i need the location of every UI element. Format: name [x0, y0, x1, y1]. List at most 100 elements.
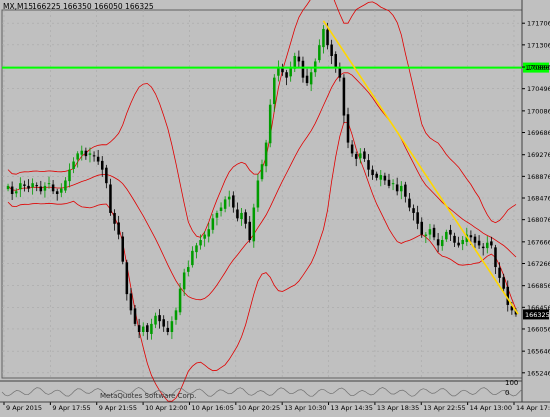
candle-body: [92, 155, 96, 157]
candle-body: [268, 104, 272, 144]
candle-body: [207, 229, 211, 237]
candle-body: [375, 173, 378, 178]
candle-body: [84, 150, 88, 157]
candle-body: [68, 169, 71, 182]
candle-body: [481, 246, 485, 249]
price-tick-label: 168076: [527, 216, 550, 224]
candle-body: [399, 185, 403, 192]
price-tick-label: 169686: [527, 129, 550, 137]
copyright-label: MetaQuotes Software Corp.: [100, 392, 196, 400]
candle-body: [19, 183, 22, 190]
candle-body: [461, 240, 464, 245]
candle-body: [240, 212, 243, 220]
current-price-tag-label: 166325: [525, 311, 550, 319]
time-tick-label: 13 Apr 14:35: [331, 404, 373, 412]
candle-body: [273, 77, 276, 105]
candle-body: [330, 44, 333, 56]
indicator-max-label: 100: [505, 379, 518, 387]
candle-body: [195, 245, 198, 253]
price-tick-label: 171706: [527, 20, 550, 28]
candle-body: [494, 247, 497, 268]
candle-body: [219, 207, 223, 211]
price-tick-label: 165246: [527, 369, 550, 377]
price-tick-label: 170896: [527, 64, 550, 72]
candle-body: [129, 293, 133, 311]
candle-body: [80, 150, 84, 155]
candle-body: [408, 198, 411, 208]
price-chart[interactable]: 170886166325 171706171306170896170496170…: [0, 0, 550, 413]
candle-body: [432, 227, 436, 238]
candle-body: [457, 242, 460, 246]
price-tick-label: 166456: [527, 304, 550, 312]
candle-body: [338, 68, 342, 78]
candle-body: [158, 315, 161, 322]
candle-body: [178, 288, 182, 313]
candle-body: [6, 185, 10, 190]
time-tick-label: 14 Apr 13:00: [470, 404, 512, 412]
candle-body: [436, 239, 440, 246]
candle-body: [490, 241, 493, 246]
candle-body: [10, 186, 14, 194]
candle-body: [150, 323, 153, 334]
indicator-zero-label: 0: [505, 389, 509, 397]
price-tick-label: 169276: [527, 151, 550, 159]
time-tick-label: 9 Apr 21:55: [99, 404, 137, 412]
candle-body: [146, 325, 149, 332]
candle-body: [96, 156, 100, 162]
candle-body: [318, 45, 321, 61]
time-tick-label: 9 Apr 2015: [6, 404, 42, 412]
time-tick-label: 13 Apr 18:35: [377, 404, 419, 412]
candle-body: [420, 221, 424, 235]
candle-body: [379, 175, 383, 180]
candle-body: [203, 234, 206, 239]
candle-body: [260, 164, 264, 180]
time-tick-label: 13 Apr 10:30: [284, 404, 326, 412]
candle-body: [428, 229, 432, 235]
candle-body: [424, 234, 428, 236]
candle-body: [453, 235, 456, 243]
candle-body: [72, 161, 75, 169]
candle-body: [170, 321, 174, 332]
candle-body: [350, 144, 354, 154]
price-tick-label: 167266: [527, 260, 550, 268]
candle-body: [326, 29, 329, 46]
price-tick-label: 170496: [527, 85, 550, 93]
candle-body: [367, 160, 370, 170]
candle-body: [244, 212, 247, 224]
candle-body: [141, 326, 145, 332]
candle-body: [191, 250, 194, 266]
candle-body: [473, 236, 477, 243]
candle-body: [449, 229, 452, 235]
candle-body: [187, 267, 190, 272]
candle-body: [113, 212, 116, 224]
candle-body: [162, 319, 165, 327]
price-tick-label: 166856: [527, 282, 550, 290]
candle-body: [121, 236, 125, 262]
time-tick-label: 10 Apr 20:25: [238, 404, 280, 412]
candle-body: [31, 183, 34, 188]
candle-body: [215, 212, 219, 218]
candle-body: [334, 54, 337, 67]
chart-window[interactable]: 170886 166325 171706 171306 170896 170496 170…: [0, 0, 550, 413]
price-tick-label: 166056: [527, 325, 550, 333]
candle-body: [55, 191, 59, 194]
candle-body: [199, 240, 202, 246]
candle-body: [477, 240, 481, 246]
candle-body: [486, 242, 489, 249]
candle-body: [354, 154, 358, 159]
candle-body: [440, 240, 444, 247]
candle-body: [236, 209, 239, 219]
candle-body: [47, 183, 51, 185]
candle-body: [227, 196, 231, 200]
ohlc-label: 166225 166350 166050 166325: [32, 2, 154, 11]
price-tick-label: 171306: [527, 41, 550, 49]
time-tick-label: 10 Apr 16:05: [191, 404, 233, 412]
candle-body: [498, 267, 501, 278]
candle-body: [100, 160, 104, 170]
candle-body: [125, 262, 129, 295]
candle-body: [174, 310, 178, 320]
candle-body: [387, 179, 391, 186]
time-tick-label: 14 Apr 17:05: [516, 404, 550, 412]
candle-body: [166, 327, 170, 332]
candle-body: [133, 308, 137, 324]
